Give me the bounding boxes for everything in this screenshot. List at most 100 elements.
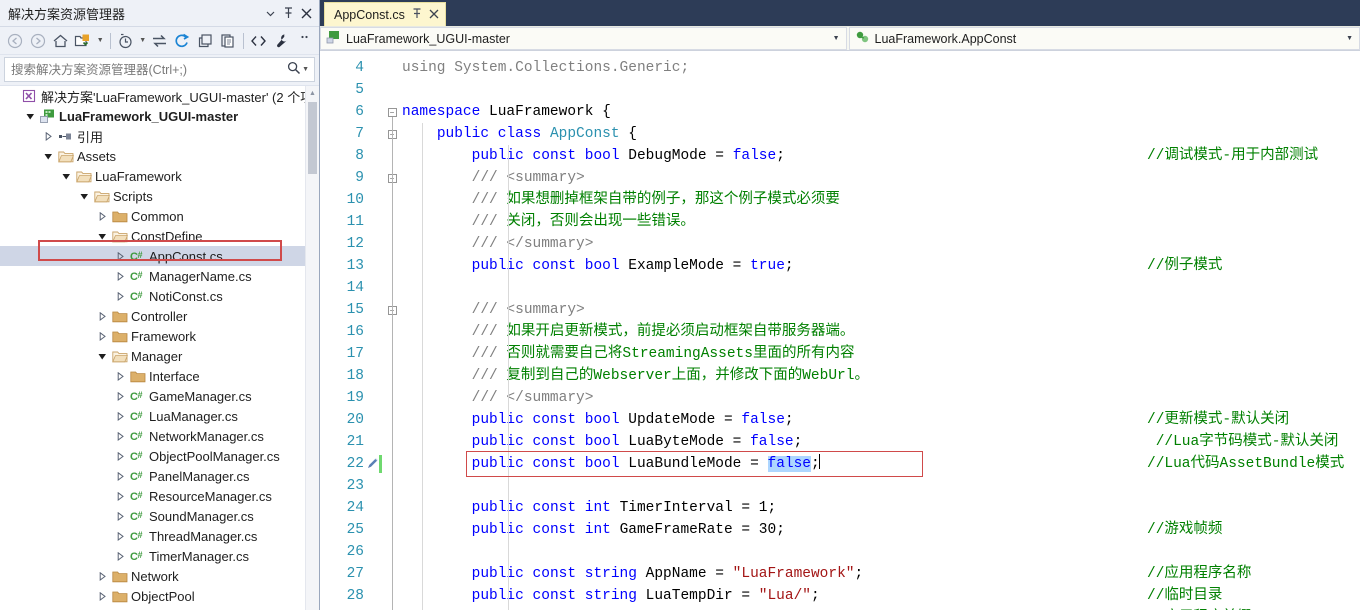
- pin-icon[interactable]: [279, 3, 297, 23]
- tree-expander-expanded-icon[interactable]: [23, 106, 38, 126]
- show-all-files-icon[interactable]: [217, 30, 239, 52]
- solution-tree[interactable]: 解决方案'LuaFramework_UGUI-master' (2 个项 LuaF…: [0, 85, 319, 610]
- code-line[interactable]: public const string LuaTempDir = "Lua/";…: [402, 585, 1360, 607]
- code-line[interactable]: /// 如果开启更新模式，前提必须启动框架自带服务器端。: [402, 321, 1360, 343]
- tree-item[interactable]: C # ThreadManager.cs: [0, 526, 305, 546]
- home-icon[interactable]: [49, 30, 71, 52]
- code-line[interactable]: /// <summary>: [402, 167, 1360, 189]
- code-line[interactable]: [402, 475, 1360, 497]
- code-line[interactable]: using System.Collections.Generic;: [402, 57, 1360, 79]
- tree-item[interactable]: ObjectPool: [0, 586, 305, 606]
- tree-item[interactable]: C # NotiConst.cs: [0, 286, 305, 306]
- tree-item[interactable]: C # GameManager.cs: [0, 386, 305, 406]
- refresh-icon[interactable]: [172, 30, 194, 52]
- tree-expander-expanded-icon[interactable]: [59, 166, 74, 186]
- search-dropdown-icon[interactable]: ▼: [302, 66, 312, 73]
- tree-expander-collapsed-icon[interactable]: [95, 586, 110, 606]
- tree-item[interactable]: 引用: [0, 126, 305, 146]
- code-line[interactable]: /// </summary>: [402, 387, 1360, 409]
- tree-expander-collapsed-icon[interactable]: [41, 126, 56, 146]
- navbar-type-chevron-down-icon[interactable]: ▼: [1346, 35, 1357, 42]
- code-line[interactable]: public const bool LuaByteMode = false; /…: [402, 431, 1360, 453]
- code-line[interactable]: [402, 79, 1360, 101]
- tab-pin-icon[interactable]: [412, 7, 422, 22]
- tree-item[interactable]: C # ManagerName.cs: [0, 266, 305, 286]
- properties-icon[interactable]: [271, 30, 293, 52]
- tree-expander-collapsed-icon[interactable]: [113, 526, 128, 546]
- tree-item[interactable]: Interface: [0, 366, 305, 386]
- code-line[interactable]: /// </summary>: [402, 233, 1360, 255]
- tree-item[interactable]: Utility: [0, 606, 305, 610]
- tree-expander-collapsed-icon[interactable]: [113, 546, 128, 566]
- code-line[interactable]: [402, 541, 1360, 563]
- tree-expander-collapsed-icon[interactable]: [113, 366, 128, 386]
- tree-expander-collapsed-icon[interactable]: [95, 326, 110, 346]
- tree-expander-collapsed-icon[interactable]: [95, 306, 110, 326]
- back-icon[interactable]: [4, 30, 26, 52]
- code-line[interactable]: public const bool UpdateMode = false; //更…: [402, 409, 1360, 431]
- tree-expander-collapsed-icon[interactable]: [95, 606, 110, 610]
- navbar-project-chevron-down-icon[interactable]: ▼: [833, 35, 844, 42]
- code-line[interactable]: public const int GameFrameRate = 30; //游戏…: [402, 519, 1360, 541]
- tab-close-icon[interactable]: [429, 7, 439, 22]
- code-line[interactable]: /// <summary>: [402, 299, 1360, 321]
- scroll-up-icon[interactable]: ▲: [306, 86, 319, 100]
- tree-item[interactable]: Framework: [0, 326, 305, 346]
- tree-expander-collapsed-icon[interactable]: [113, 486, 128, 506]
- tree-item[interactable]: Controller: [0, 306, 305, 326]
- code-line[interactable]: /// 如果想删掉框架自带的例子，那这个例子模式必须要: [402, 189, 1360, 211]
- tree-expander-collapsed-icon[interactable]: [113, 406, 128, 426]
- tree-item[interactable]: C # ObjectPoolManager.cs: [0, 446, 305, 466]
- code-line[interactable]: public const int TimerInterval = 1;: [402, 497, 1360, 519]
- tree-item[interactable]: C # PanelManager.cs: [0, 466, 305, 486]
- tree-vertical-scrollbar[interactable]: ▲: [305, 86, 319, 610]
- tree-item[interactable]: Network: [0, 566, 305, 586]
- code-text-area[interactable]: using System.Collections.Generic; namespa…: [402, 51, 1360, 610]
- search-input[interactable]: [11, 62, 286, 77]
- close-icon[interactable]: [297, 3, 315, 23]
- tree-item[interactable]: LuaFramework_UGUI-master: [0, 106, 305, 126]
- tree-item[interactable]: C # LuaManager.cs: [0, 406, 305, 426]
- tree-item[interactable]: Common: [0, 206, 305, 226]
- outlining-gutter[interactable]: −−−−: [382, 51, 402, 610]
- collapse-all-icon[interactable]: [194, 30, 216, 52]
- pending-changes-icon[interactable]: [115, 30, 137, 52]
- tree-item[interactable]: LuaFramework: [0, 166, 305, 186]
- code-line[interactable]: public const bool LuaBundleMode = false;…: [402, 453, 1360, 475]
- tree-item[interactable]: C # SoundManager.cs: [0, 506, 305, 526]
- code-line[interactable]: public const string AppName = "LuaFramew…: [402, 563, 1360, 585]
- code-line[interactable]: /// 关闭，否则会出现一些错误。: [402, 211, 1360, 233]
- code-line[interactable]: /// 否则就需要自己将StreamingAssets里面的所有内容: [402, 343, 1360, 365]
- view-code-icon[interactable]: [248, 30, 270, 52]
- navbar-type-dropdown[interactable]: LuaFramework.AppConst ▼: [848, 27, 1360, 50]
- scrollbar-thumb[interactable]: [308, 102, 317, 174]
- tree-expander-collapsed-icon[interactable]: [95, 206, 110, 226]
- code-line[interactable]: /// 复制到自己的Webserver上面，并修改下面的WebUrl。: [402, 365, 1360, 387]
- tree-expander-expanded-icon[interactable]: [95, 346, 110, 366]
- code-editor[interactable]: 4 5 6 7 8 9 10 11 12 13 14 15 16 17 18 19 20 21 22 23 24 25 26…: [320, 51, 1360, 610]
- tree-expander-expanded-icon[interactable]: [41, 146, 56, 166]
- panel-dropdown-icon[interactable]: [261, 3, 279, 23]
- tree-item[interactable]: C # TimerManager.cs: [0, 546, 305, 566]
- code-line[interactable]: public class AppConst {: [402, 123, 1360, 145]
- tree-item[interactable]: ConstDefine: [0, 226, 305, 246]
- tree-expander-collapsed-icon[interactable]: [113, 386, 128, 406]
- tree-item[interactable]: C # ResourceManager.cs: [0, 486, 305, 506]
- tree-expander-collapsed-icon[interactable]: [113, 286, 128, 306]
- solution-explorer-search[interactable]: ▼: [4, 57, 315, 82]
- tree-expander-collapsed-icon[interactable]: [113, 266, 128, 286]
- tree-item[interactable]: 解决方案'LuaFramework_UGUI-master' (2 个项: [0, 86, 305, 106]
- tree-expander-collapsed-icon[interactable]: [113, 466, 128, 486]
- tree-item[interactable]: Manager: [0, 346, 305, 366]
- sync-with-document-icon[interactable]: [149, 30, 171, 52]
- tree-expander-collapsed-icon[interactable]: [113, 446, 128, 466]
- tree-item[interactable]: Scripts: [0, 186, 305, 206]
- folder-view-dropdown-icon[interactable]: ▼: [95, 30, 106, 52]
- tree-item[interactable]: Assets: [0, 146, 305, 166]
- tree-item[interactable]: C # NetworkManager.cs: [0, 426, 305, 446]
- tree-expander-expanded-icon[interactable]: [77, 186, 92, 206]
- tree-expander-collapsed-icon[interactable]: [113, 246, 128, 266]
- navbar-project-dropdown[interactable]: LuaFramework_UGUI-master ▼: [320, 27, 847, 50]
- forward-icon[interactable]: [27, 30, 49, 52]
- code-line[interactable]: [402, 277, 1360, 299]
